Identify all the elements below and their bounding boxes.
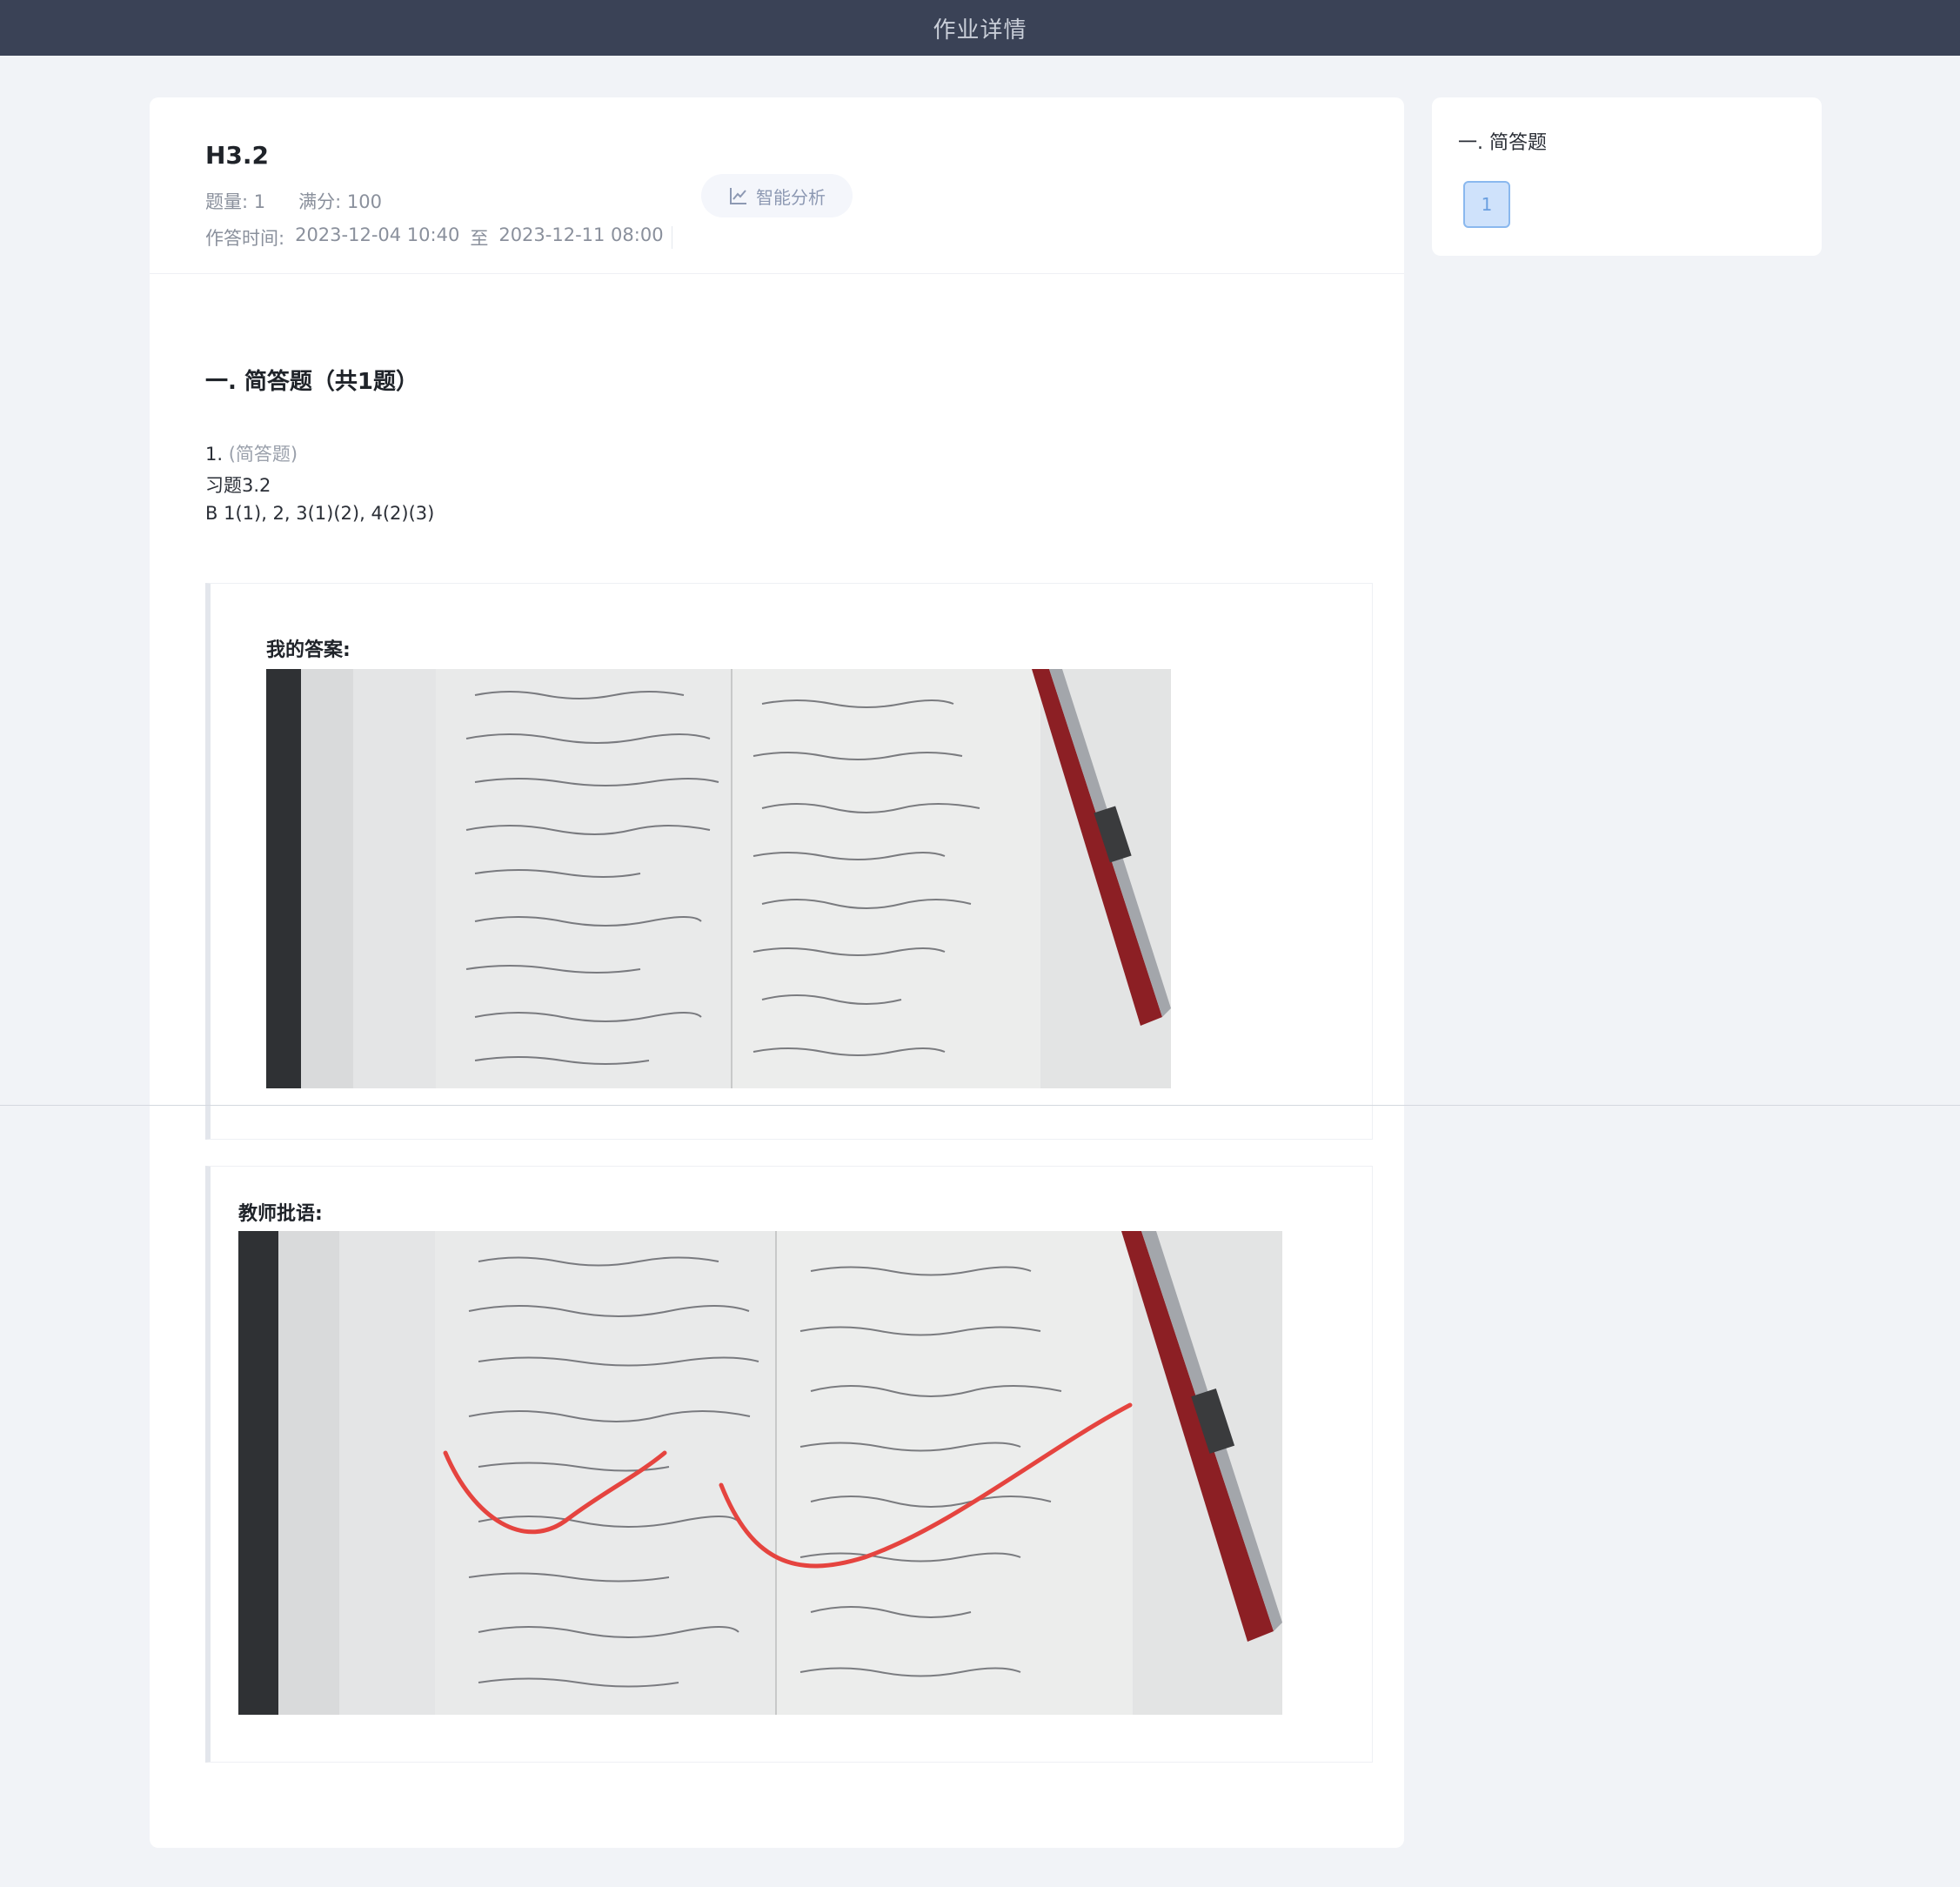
homework-detail-card: H3.2 题量: 1 满分: 100 作答时间: 2023-12-04 10:4… [150, 97, 1404, 1848]
answer-time-label: 作答时间: [205, 228, 285, 249]
question-type: (简答题) [228, 444, 298, 465]
homework-title: H3.2 [205, 141, 270, 170]
teacher-comment-photo[interactable] [238, 1231, 1282, 1715]
full-score: 满分: 100 [298, 191, 382, 212]
homework-meta: 题量: 1 满分: 100 [205, 188, 382, 214]
page-title: 作业详情 [933, 17, 1027, 43]
answer-end-time: 2023-12-11 08:00 [498, 224, 664, 245]
question-nav-button-1[interactable]: 1 [1463, 181, 1510, 228]
answer-time: 作答时间: 2023-12-04 10:40 至 2023-12-11 08:0… [205, 224, 672, 251]
answer-time-separator: 至 [470, 228, 489, 249]
question-number: 1. (简答题) [205, 440, 298, 466]
answer-photo[interactable] [266, 669, 1171, 1088]
question-index: 1. [205, 444, 224, 465]
top-bar: 作业详情 [0, 0, 1960, 56]
navigator-section-title: 一. 简答题 [1458, 132, 1547, 154]
my-answer-panel: 我的答案: [205, 583, 1373, 1140]
smart-analysis-button[interactable]: 智能分析 [701, 174, 853, 217]
teacher-comment-panel: 教师批语: [205, 1166, 1373, 1763]
smart-analysis-label: 智能分析 [756, 186, 826, 208]
section-title: 一. 简答题（共1题） [205, 369, 419, 395]
question-count: 题量: 1 [205, 191, 266, 212]
answer-start-time: 2023-12-04 10:40 [295, 224, 460, 245]
divider [150, 273, 1404, 274]
question-text-line: 习题3.2 [205, 475, 271, 496]
question-navigator: 一. 简答题 1 [1432, 97, 1822, 256]
divider [0, 1105, 1960, 1106]
question-text-line: B 1(1), 2, 3(1)(2), 4(2)(3) [205, 503, 435, 524]
my-answer-label: 我的答案: [266, 639, 351, 661]
teacher-comment-label: 教师批语: [238, 1203, 323, 1225]
line-chart-icon [730, 188, 746, 204]
